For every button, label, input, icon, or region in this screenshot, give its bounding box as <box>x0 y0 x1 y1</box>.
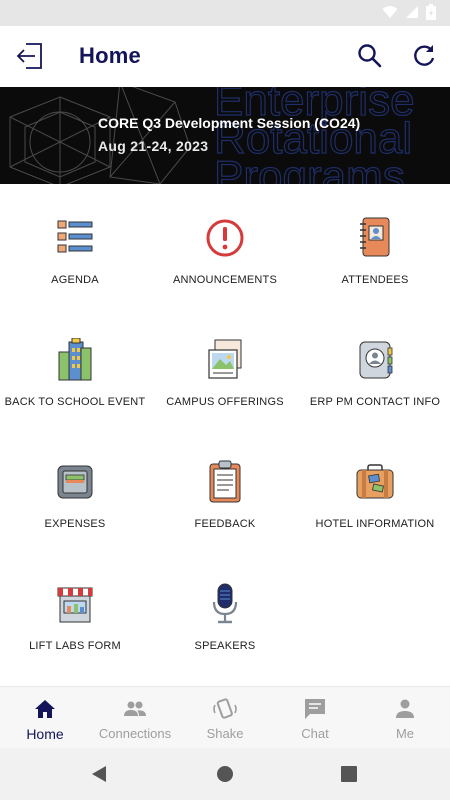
tile-label: FEEDBACK <box>194 518 256 530</box>
tile-label: ATTENDEES <box>341 274 409 286</box>
chat-bubble-icon <box>305 699 325 719</box>
home-icon <box>35 700 55 718</box>
nav-label: Me <box>395 726 415 741</box>
banner-bg-text-3: Programs <box>214 152 405 184</box>
app-bar: Home <box>0 26 450 87</box>
event-dates: Aug 21-24, 2023 <box>98 138 209 154</box>
shake-phone-icon <box>213 698 237 719</box>
suitcase-icon <box>356 464 394 499</box>
bottom-nav: Home Connections Shake Chat Me <box>0 686 450 748</box>
tile-campus-offerings[interactable]: CAMPUS OFFERINGS <box>150 306 300 428</box>
tile-label: SPEAKERS <box>194 640 256 652</box>
photo-stack-icon <box>208 339 242 379</box>
person-icon <box>396 699 414 718</box>
tile-lift-labs-form[interactable]: LIFT LABS FORM <box>0 550 150 672</box>
tile-label: HOTEL INFORMATION <box>315 518 435 530</box>
tile-label: ANNOUNCEMENTS <box>172 274 278 286</box>
microphone-icon <box>212 583 238 624</box>
feature-grid: AGENDA ANNOUNCEMENTS ATTENDEES BACK TO S… <box>0 184 450 686</box>
tile-label: EXPENSES <box>44 518 106 530</box>
home-nav-icon[interactable] <box>216 765 234 783</box>
notebook-person-icon <box>360 217 390 257</box>
nav-home[interactable]: Home <box>0 687 90 749</box>
battery-icon <box>426 4 436 20</box>
tile-label: BACK TO SCHOOL EVENT <box>4 396 146 408</box>
clipboard-icon <box>209 460 241 503</box>
tile-expenses[interactable]: EXPENSES <box>0 428 150 550</box>
nav-connections[interactable]: Connections <box>90 687 180 749</box>
tile-label: CAMPUS OFFERINGS <box>166 396 284 408</box>
logout-icon[interactable] <box>12 38 48 74</box>
nav-chat[interactable]: Chat <box>270 687 360 749</box>
tile-label: ERP PM CONTACT INFO <box>309 396 441 408</box>
tile-back-to-school-event[interactable]: BACK TO SCHOOL EVENT <box>0 306 150 428</box>
agenda-list-icon <box>57 220 93 253</box>
tile-announcements[interactable]: ANNOUNCEMENTS <box>150 184 300 306</box>
wallet-icon <box>57 465 93 499</box>
tile-speakers[interactable]: SPEAKERS <box>150 550 300 672</box>
back-nav-icon[interactable] <box>90 765 108 783</box>
status-bar <box>0 0 450 26</box>
tile-agenda[interactable]: AGENDA <box>0 184 150 306</box>
wifi-icon <box>382 6 398 18</box>
tile-hotel-information[interactable]: HOTEL INFORMATION <box>300 428 450 550</box>
tile-feedback[interactable]: FEEDBACK <box>150 428 300 550</box>
nav-me[interactable]: Me <box>360 687 450 749</box>
nav-label: Shake <box>206 726 244 741</box>
storefront-icon <box>57 587 93 623</box>
search-icon[interactable] <box>354 40 386 72</box>
tile-label: AGENDA <box>51 274 99 286</box>
page-title: Home <box>79 43 141 68</box>
refresh-icon[interactable] <box>408 40 440 72</box>
tile-attendees[interactable]: ATTENDEES <box>300 184 450 306</box>
tile-erp-pm-contact-info[interactable]: ERP PM CONTACT INFO <box>300 306 450 428</box>
event-title: CORE Q3 Development Session (CO24) <box>98 115 361 131</box>
nav-label: Chat <box>301 726 329 741</box>
signal-icon <box>406 6 418 18</box>
people-icon <box>124 701 146 716</box>
tile-label: LIFT LABS FORM <box>29 640 121 652</box>
system-nav-bar <box>0 748 450 800</box>
recents-nav-icon[interactable] <box>341 766 357 782</box>
contact-book-icon <box>359 341 393 379</box>
nav-label: Connections <box>98 726 172 741</box>
banner-artwork: Enterprise Rotational Programs <box>9 87 415 184</box>
event-banner[interactable]: Enterprise Rotational Programs CORE Q3 D… <box>0 87 450 184</box>
alert-icon <box>206 219 244 257</box>
nav-label: Home <box>26 726 64 742</box>
building-icon <box>58 338 92 381</box>
nav-shake[interactable]: Shake <box>180 687 270 749</box>
